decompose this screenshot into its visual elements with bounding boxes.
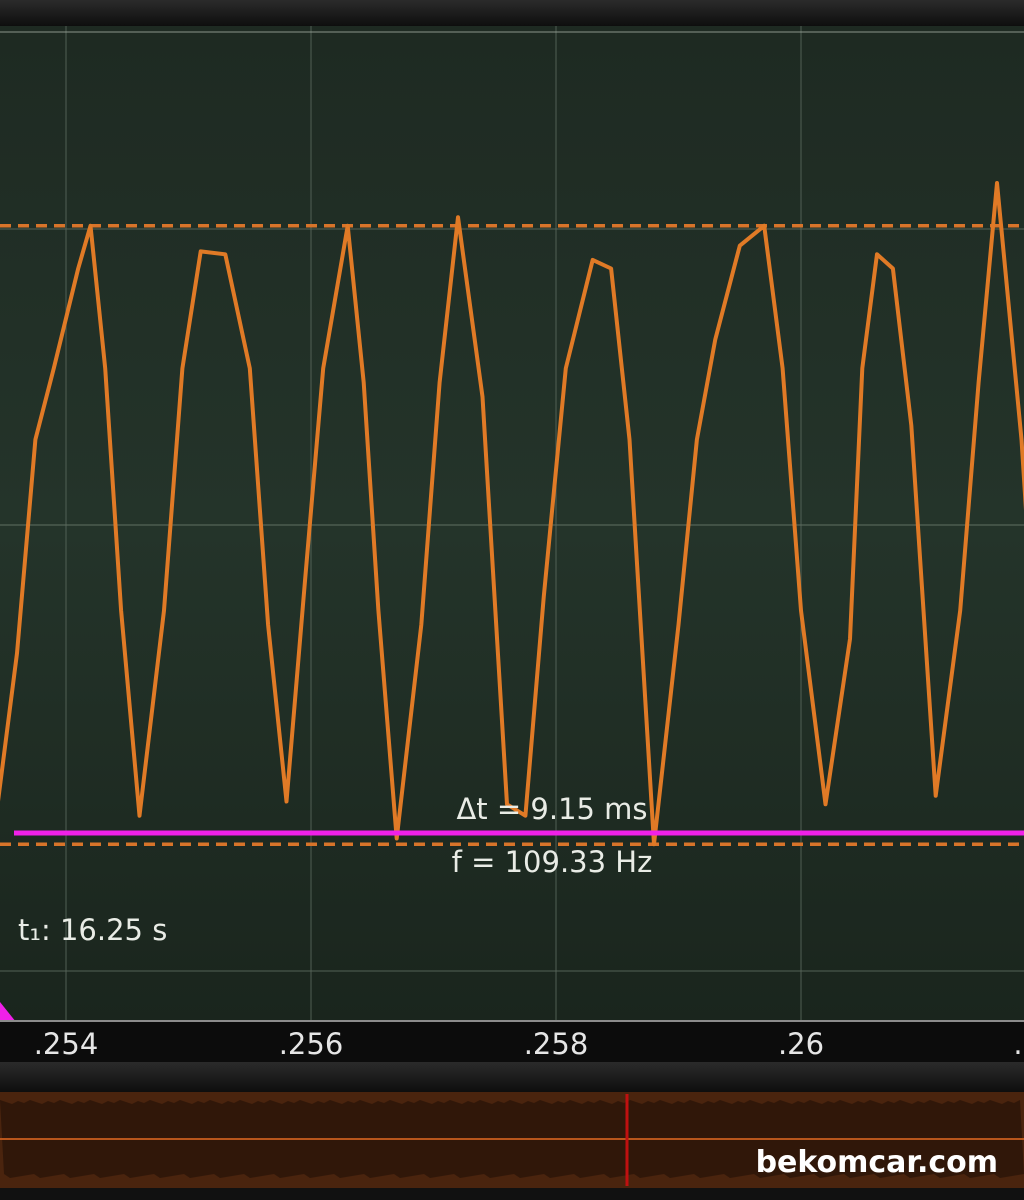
t1-label: t₁: 16.25 s xyxy=(18,913,167,947)
oscilloscope-view: Δt = 9.15 ms f = 109.33 Hz t₁: 16.25 s .… xyxy=(0,0,1024,1200)
x-tick-label: .26 xyxy=(778,1027,824,1061)
x-tick-label: . xyxy=(1013,1027,1022,1061)
frequency-label: f = 109.33 Hz xyxy=(452,845,653,879)
x-axis-strip xyxy=(0,1022,1024,1062)
x-tick-label: .254 xyxy=(34,1027,99,1061)
separator-bar xyxy=(0,1062,1024,1092)
bottom-bezel xyxy=(0,1188,1024,1200)
x-tick-label: .256 xyxy=(279,1027,344,1061)
top-bezel xyxy=(0,0,1024,26)
x-tick-label: .258 xyxy=(524,1027,589,1061)
delta-t-label: Δt = 9.15 ms xyxy=(456,792,647,826)
watermark-text: bekomcar.com xyxy=(756,1145,998,1180)
